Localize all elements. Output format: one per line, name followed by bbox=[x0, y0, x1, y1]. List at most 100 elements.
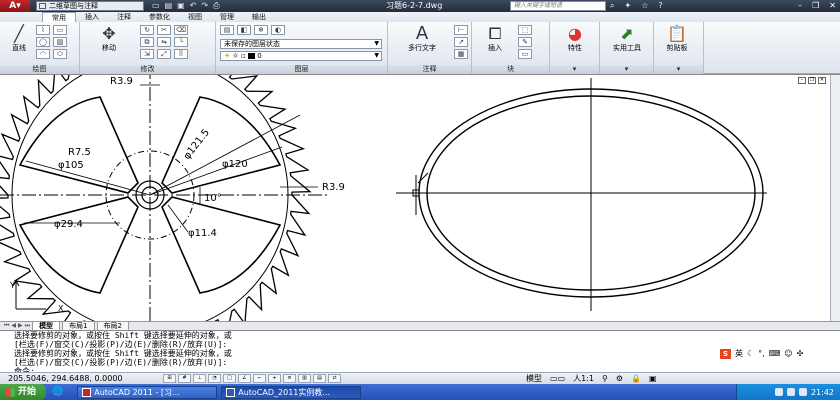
undo-icon[interactable]: ↶ bbox=[190, 1, 197, 11]
scale-icon[interactable]: ⤢ bbox=[157, 49, 171, 59]
create-block-icon[interactable]: ⬚ bbox=[518, 25, 532, 35]
star-icon[interactable]: ☆ bbox=[641, 0, 648, 12]
drawing-canvas[interactable]: R3.9 R7.5 φ105 φ121.5 φ120 R3.9 10° φ29.… bbox=[0, 74, 840, 322]
model-space-button[interactable]: 模型 bbox=[526, 373, 542, 384]
mirror-icon[interactable]: ⇋ bbox=[157, 37, 171, 47]
dyn-icon[interactable]: + bbox=[268, 374, 281, 383]
ime-language[interactable]: 英 bbox=[735, 348, 743, 359]
ime-keyboard-icon[interactable]: ⌨ bbox=[769, 349, 781, 358]
ime-punct-icon[interactable]: °, bbox=[758, 349, 765, 358]
tab-home[interactable]: 常用 bbox=[42, 12, 76, 22]
tab-annotate[interactable]: 注释 bbox=[108, 12, 140, 22]
command-window[interactable]: 选择要修剪的对象，或按住 Shift 键选择要延伸的对象，或 [栏选(F)/窗交… bbox=[0, 330, 840, 376]
security-icon[interactable] bbox=[798, 388, 807, 396]
network-icon[interactable] bbox=[774, 388, 783, 396]
viewport-layout-icon[interactable]: ▭▭ bbox=[550, 373, 565, 384]
insert-button[interactable]: ⧠ 插入 bbox=[478, 25, 512, 53]
close-icon[interactable]: ✕ bbox=[829, 0, 836, 12]
clean-screen-icon[interactable]: ▣ bbox=[649, 373, 657, 384]
subscription-icon[interactable]: ✦ bbox=[624, 0, 631, 12]
search-input[interactable]: 键入关键字或短语 bbox=[510, 1, 606, 11]
qp-icon[interactable]: ▤ bbox=[313, 374, 326, 383]
application-menu-button[interactable]: A▾ bbox=[0, 0, 30, 12]
prev-tab-icon[interactable]: ◀ bbox=[11, 322, 16, 330]
erase-icon[interactable]: ⌫ bbox=[174, 25, 188, 35]
polar-icon[interactable]: ◔ bbox=[208, 374, 221, 383]
minimize-viewport-icon[interactable]: – bbox=[798, 77, 806, 84]
workspace-selector[interactable]: 二维草图与注释 bbox=[36, 1, 144, 11]
layer-freeze-icon[interactable]: ❄ bbox=[254, 25, 268, 35]
circle-icon[interactable]: ◯ bbox=[36, 37, 50, 47]
edit-block-icon[interactable]: ✎ bbox=[518, 37, 532, 47]
layer-state-combo[interactable]: 未保存的图层状态 ▼ bbox=[220, 39, 382, 49]
properties-panel-arrow[interactable]: ▾ bbox=[550, 65, 599, 74]
sc-icon[interactable]: ⇄ bbox=[328, 374, 341, 383]
hatch-icon[interactable]: ▨ bbox=[53, 37, 67, 47]
rotate-icon[interactable]: ↻ bbox=[140, 25, 154, 35]
ortho-icon[interactable]: ⊥ bbox=[193, 374, 206, 383]
osnap-icon[interactable]: □ bbox=[223, 374, 236, 383]
clipboard-panel-arrow[interactable]: ▾ bbox=[654, 65, 703, 74]
lock-icon[interactable]: 🔒 bbox=[631, 373, 641, 384]
layer-properties-icon[interactable]: ▤ bbox=[220, 25, 234, 35]
layer-isolate-icon[interactable]: ◧ bbox=[237, 25, 251, 35]
ime-user-icon[interactable]: ☺ bbox=[784, 349, 792, 358]
ime-moon-icon[interactable]: ☾ bbox=[747, 349, 754, 358]
start-button[interactable]: 开始 bbox=[0, 384, 47, 400]
quicklaunch-icon[interactable]: 🌐 bbox=[52, 387, 63, 397]
workspace-switch-icon[interactable]: ⚙ bbox=[616, 373, 623, 384]
snap-icon[interactable]: ⊞ bbox=[163, 374, 176, 383]
paste-button[interactable]: 📋 剪贴板 bbox=[660, 25, 694, 53]
copy-icon[interactable]: ⧉ bbox=[140, 37, 154, 47]
arc-icon[interactable]: ◠ bbox=[36, 49, 50, 59]
ucs-toggle-icon[interactable]: ⌐ bbox=[253, 374, 266, 383]
close-viewport-icon[interactable]: ✕ bbox=[818, 77, 826, 84]
grid-icon[interactable]: # bbox=[178, 374, 191, 383]
draw-panel-title[interactable]: 绘图 bbox=[0, 65, 79, 74]
move-button[interactable]: ✥ 移动 bbox=[92, 25, 126, 53]
layers-panel-title[interactable]: 图层 bbox=[216, 65, 387, 74]
trim-icon[interactable]: ✂ bbox=[157, 25, 171, 35]
minimize-icon[interactable]: – bbox=[798, 0, 802, 12]
coordinates-readout[interactable]: 205.5046, 294.6488, 0.0000 bbox=[8, 373, 163, 384]
help-icon[interactable]: ? bbox=[658, 0, 662, 12]
stretch-icon[interactable]: ⇲ bbox=[140, 49, 154, 59]
volume-icon[interactable] bbox=[786, 388, 795, 396]
open-icon[interactable]: ▤ bbox=[165, 1, 173, 11]
annotation-panel-title[interactable]: 注释 bbox=[388, 65, 471, 74]
attribute-icon[interactable]: ▭ bbox=[518, 49, 532, 59]
tpy-icon[interactable]: ▥ bbox=[298, 374, 311, 383]
tab-view[interactable]: 视图 bbox=[179, 12, 211, 22]
tab-parametric[interactable]: 参数化 bbox=[140, 12, 179, 22]
ime-settings-icon[interactable]: ✣ bbox=[797, 349, 804, 358]
table-icon[interactable]: ▦ bbox=[454, 49, 468, 59]
dimension-icon[interactable]: ⊢ bbox=[454, 25, 468, 35]
save-icon[interactable]: ▣ bbox=[177, 1, 185, 11]
restore-icon[interactable]: ❐ bbox=[812, 0, 819, 12]
rectangle-icon[interactable]: ▭ bbox=[53, 25, 67, 35]
vertical-scrollbar[interactable] bbox=[830, 75, 840, 322]
taskbar-item-document[interactable]: AutoCAD_2011实例教... bbox=[221, 385, 362, 399]
properties-button[interactable]: ◕ 特性 bbox=[558, 25, 592, 53]
lineweight-icon[interactable]: ≡ bbox=[283, 374, 296, 383]
mtext-button[interactable]: A 多行文字 bbox=[402, 25, 442, 53]
otrack-icon[interactable]: ∠ bbox=[238, 374, 251, 383]
clock[interactable]: 21:42 bbox=[811, 388, 834, 397]
search-icon[interactable]: ⌕ bbox=[610, 0, 614, 12]
restore-viewport-icon[interactable]: ❐ bbox=[808, 77, 816, 84]
plot-icon[interactable]: ⎙ bbox=[213, 1, 219, 11]
fillet-icon[interactable]: ╰ bbox=[174, 37, 188, 47]
tab-manage[interactable]: 管理 bbox=[211, 12, 243, 22]
ime-logo-icon[interactable]: S bbox=[720, 348, 731, 359]
next-tab-icon[interactable]: ▶ bbox=[18, 322, 23, 330]
utilities-panel-arrow[interactable]: ▾ bbox=[600, 65, 653, 74]
redo-icon[interactable]: ↷ bbox=[201, 1, 208, 11]
modify-panel-title[interactable]: 修改 bbox=[80, 65, 215, 74]
annotation-scale[interactable]: 人1:1 bbox=[573, 373, 594, 384]
new-icon[interactable]: ▭ bbox=[152, 1, 160, 11]
array-icon[interactable]: ⠿ bbox=[174, 49, 188, 59]
annotation-visibility-icon[interactable]: ⚲ bbox=[602, 373, 608, 384]
leader-icon[interactable]: ↗ bbox=[454, 37, 468, 47]
utilities-button[interactable]: ⬈ 实用工具 bbox=[602, 25, 652, 53]
ellipse-icon[interactable]: ⬭ bbox=[53, 49, 67, 59]
